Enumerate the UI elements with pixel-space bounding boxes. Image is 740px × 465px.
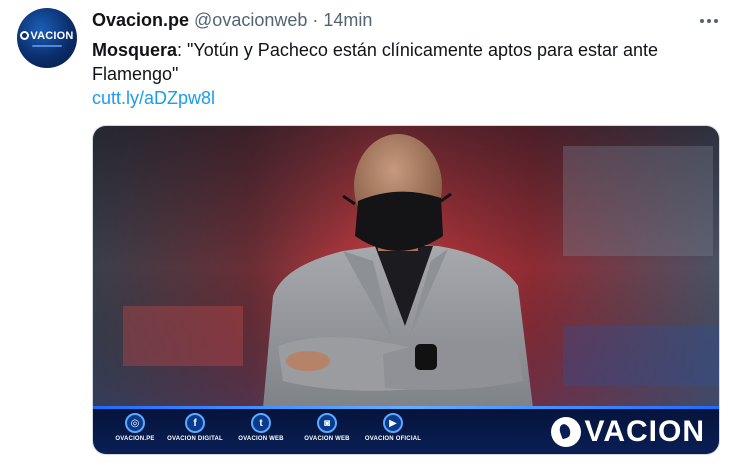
logo-mark-icon xyxy=(20,31,30,40)
tweet-text: Mosquera: "Yotún y Pacheco están clínica… xyxy=(92,38,712,86)
youtube-icon: ▶ xyxy=(383,413,403,433)
tweet-text-bold: Mosquera xyxy=(92,40,178,60)
twitter-icon: t xyxy=(251,413,271,433)
tweet-text-body: : "Yotún y Pacheco están clínicamente ap… xyxy=(92,40,659,84)
instagram-icon: ◙ xyxy=(317,413,337,433)
separator-dot: · xyxy=(312,10,319,30)
more-dot-icon xyxy=(707,19,711,23)
brand-text: VACION xyxy=(584,415,705,448)
timestamp[interactable]: 14min xyxy=(323,10,372,31)
tweet-media[interactable]: ◎ OVACION.PE f OVACION DIGITAL t OVACION… xyxy=(92,125,720,455)
avatar[interactable]: VACION xyxy=(17,8,77,68)
brand-logo: VACION xyxy=(550,415,705,448)
brand-banner: ◎ OVACION.PE f OVACION DIGITAL t OVACION… xyxy=(93,406,719,454)
avatar-logo: VACION xyxy=(20,30,73,42)
more-dot-icon xyxy=(700,19,704,23)
facebook-icon: f xyxy=(185,413,205,433)
more-options-button[interactable] xyxy=(695,9,723,33)
brand-mark-icon xyxy=(550,417,581,447)
photo xyxy=(93,126,719,408)
more-dot-icon xyxy=(714,19,718,23)
social-label: OVACION OFICIAL xyxy=(364,436,422,442)
avatar-logo-text: VACION xyxy=(30,29,74,42)
social-item: ▶ OVACION OFICIAL xyxy=(353,413,433,442)
globe-icon: ◎ xyxy=(125,413,145,433)
user-handle[interactable]: @ovacionweb xyxy=(194,10,307,31)
avatar-tagline xyxy=(32,44,62,47)
tweet-link[interactable]: cutt.ly/aDZpw8l xyxy=(92,86,215,110)
tweet[interactable]: VACION Ovacion.pe @ovacionweb · 14min Mo… xyxy=(0,0,740,465)
tweet-header: Ovacion.pe @ovacionweb · 14min xyxy=(92,10,372,32)
display-name[interactable]: Ovacion.pe xyxy=(92,10,189,31)
